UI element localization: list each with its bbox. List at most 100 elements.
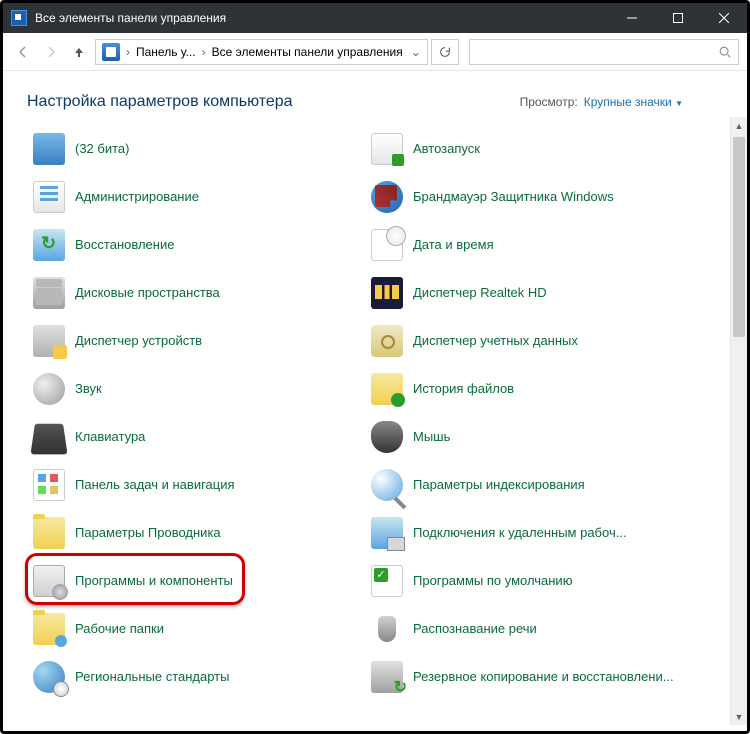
folder-options-icon bbox=[33, 517, 65, 549]
backup-icon bbox=[371, 661, 403, 693]
sound-icon bbox=[33, 373, 65, 405]
realtek-icon bbox=[371, 277, 403, 309]
date-time-icon bbox=[371, 229, 403, 261]
item-label: Автозапуск bbox=[413, 141, 480, 157]
item-credential-manager[interactable]: Диспетчер учетных данных bbox=[369, 317, 707, 365]
item-backup[interactable]: Резервное копирование и восстановлени... bbox=[369, 653, 707, 701]
item-label: Восстановление bbox=[75, 237, 174, 253]
nav-back-button[interactable] bbox=[11, 40, 35, 64]
mouse-icon bbox=[371, 421, 403, 453]
control-panel-icon bbox=[102, 43, 120, 61]
taskbar-icon bbox=[33, 469, 65, 501]
firewall-icon bbox=[371, 181, 403, 213]
item-speech[interactable]: Распознавание речи bbox=[369, 605, 707, 653]
window-frame: Все элементы панели управления › Панель … bbox=[0, 0, 750, 734]
item-explorer-options[interactable]: Параметры Проводника bbox=[31, 509, 369, 557]
item-firewall[interactable]: Брандмауэр Защитника Windows bbox=[369, 173, 707, 221]
breadcrumb-current[interactable]: Все элементы панели управления bbox=[208, 45, 407, 59]
item-region[interactable]: Региональные стандарты bbox=[31, 653, 369, 701]
scroll-up-button[interactable]: ▲ bbox=[731, 117, 747, 134]
keyboard-icon bbox=[30, 424, 67, 455]
recovery-icon bbox=[33, 229, 65, 261]
region-icon bbox=[33, 661, 65, 693]
item-label: Звук bbox=[75, 381, 102, 397]
autoplay-icon bbox=[371, 133, 403, 165]
window-title: Все элементы панели управления bbox=[35, 11, 226, 25]
vertical-scrollbar[interactable]: ▲ ▼ bbox=[730, 117, 747, 725]
minimize-button[interactable] bbox=[609, 3, 655, 33]
item-label: (32 бита) bbox=[75, 141, 129, 157]
scroll-down-button[interactable]: ▼ bbox=[731, 708, 747, 725]
close-button[interactable] bbox=[701, 3, 747, 33]
remote-desktop-icon bbox=[371, 517, 403, 549]
item-taskbar[interactable]: Панель задач и навигация bbox=[31, 461, 369, 509]
item-label: Распознавание речи bbox=[413, 621, 537, 637]
storage-spaces-icon bbox=[33, 277, 65, 309]
chevron-right-icon: › bbox=[124, 45, 132, 59]
item-autoplay[interactable]: Автозапуск bbox=[369, 125, 707, 173]
file-history-icon bbox=[371, 373, 403, 405]
content-header: Настройка параметров компьютера Просмотр… bbox=[3, 71, 747, 117]
item-work-folders[interactable]: Рабочие папки bbox=[31, 605, 369, 653]
item-device-manager[interactable]: Диспетчер устройств bbox=[31, 317, 369, 365]
item-label: Параметры Проводника bbox=[75, 525, 221, 541]
item-file-history[interactable]: История файлов bbox=[369, 365, 707, 413]
item-label: Администрирование bbox=[75, 189, 199, 205]
item-remote-desktop[interactable]: Подключения к удаленным рабоч... bbox=[369, 509, 707, 557]
item-mouse[interactable]: Мышь bbox=[369, 413, 707, 461]
item-label: История файлов bbox=[413, 381, 514, 397]
device-manager-icon bbox=[33, 325, 65, 357]
items-grid: (32 бита) Автозапуск Администрирование Б… bbox=[3, 117, 747, 709]
item-label: Диспетчер Realtek HD bbox=[413, 285, 547, 301]
titlebar: Все элементы панели управления bbox=[3, 3, 747, 33]
item-date-time[interactable]: Дата и время bbox=[369, 221, 707, 269]
viewby-label: Просмотр: bbox=[520, 95, 578, 109]
viewby-dropdown[interactable]: Крупные значки ▼ bbox=[584, 95, 683, 109]
nav-row: › Панель у... › Все элементы панели упра… bbox=[3, 33, 747, 71]
item-default-programs[interactable]: Программы по умолчанию bbox=[369, 557, 707, 605]
search-input[interactable] bbox=[469, 39, 739, 65]
item-label: Клавиатура bbox=[75, 429, 145, 445]
maximize-button[interactable] bbox=[655, 3, 701, 33]
speech-icon bbox=[378, 616, 396, 642]
view-by: Просмотр: Крупные значки ▼ bbox=[520, 93, 723, 109]
item-label: Дата и время bbox=[413, 237, 494, 253]
item-label: Резервное копирование и восстановлени... bbox=[413, 669, 674, 685]
odbc-icon bbox=[33, 133, 65, 165]
item-label: Программы по умолчанию bbox=[413, 573, 572, 589]
address-bar[interactable]: › Панель у... › Все элементы панели упра… bbox=[95, 39, 428, 65]
chevron-down-icon[interactable]: ⌄ bbox=[407, 45, 425, 59]
scroll-thumb[interactable] bbox=[733, 137, 745, 337]
default-programs-icon bbox=[371, 565, 403, 597]
chevron-right-icon: › bbox=[200, 45, 208, 59]
programs-features-icon bbox=[33, 565, 65, 597]
item-keyboard[interactable]: Клавиатура bbox=[31, 413, 369, 461]
chevron-down-icon: ▼ bbox=[675, 99, 683, 108]
item-programs-features[interactable]: Программы и компоненты bbox=[31, 557, 369, 605]
item-admin-tools[interactable]: Администрирование bbox=[31, 173, 369, 221]
nav-up-button[interactable] bbox=[67, 40, 91, 64]
refresh-button[interactable] bbox=[431, 39, 459, 65]
item-realtek[interactable]: Диспетчер Realtek HD bbox=[369, 269, 707, 317]
indexing-icon bbox=[371, 469, 403, 501]
item-storage-spaces[interactable]: Дисковые пространства bbox=[31, 269, 369, 317]
item-recovery[interactable]: Восстановление bbox=[31, 221, 369, 269]
item-label: Программы и компоненты bbox=[75, 573, 233, 589]
nav-forward-button[interactable] bbox=[39, 40, 63, 64]
item-label: Диспетчер учетных данных bbox=[413, 333, 578, 349]
item-sound[interactable]: Звук bbox=[31, 365, 369, 413]
work-folders-icon bbox=[33, 613, 65, 645]
item-indexing[interactable]: Параметры индексирования bbox=[369, 461, 707, 509]
item-label: Региональные стандарты bbox=[75, 669, 229, 685]
item-label: Брандмауэр Защитника Windows bbox=[413, 189, 614, 205]
item-label: Панель задач и навигация bbox=[75, 477, 235, 493]
item-label: Мышь bbox=[413, 429, 450, 445]
content-area: (32 бита) Автозапуск Администрирование Б… bbox=[3, 117, 747, 725]
item-label: Дисковые пространства bbox=[75, 285, 220, 301]
breadcrumb-root[interactable]: Панель у... bbox=[132, 45, 200, 59]
item-label: Подключения к удаленным рабоч... bbox=[413, 525, 627, 541]
item-32bit[interactable]: (32 бита) bbox=[31, 125, 369, 173]
control-panel-icon bbox=[11, 10, 27, 26]
item-label: Диспетчер устройств bbox=[75, 333, 202, 349]
item-label: Рабочие папки bbox=[75, 621, 164, 637]
